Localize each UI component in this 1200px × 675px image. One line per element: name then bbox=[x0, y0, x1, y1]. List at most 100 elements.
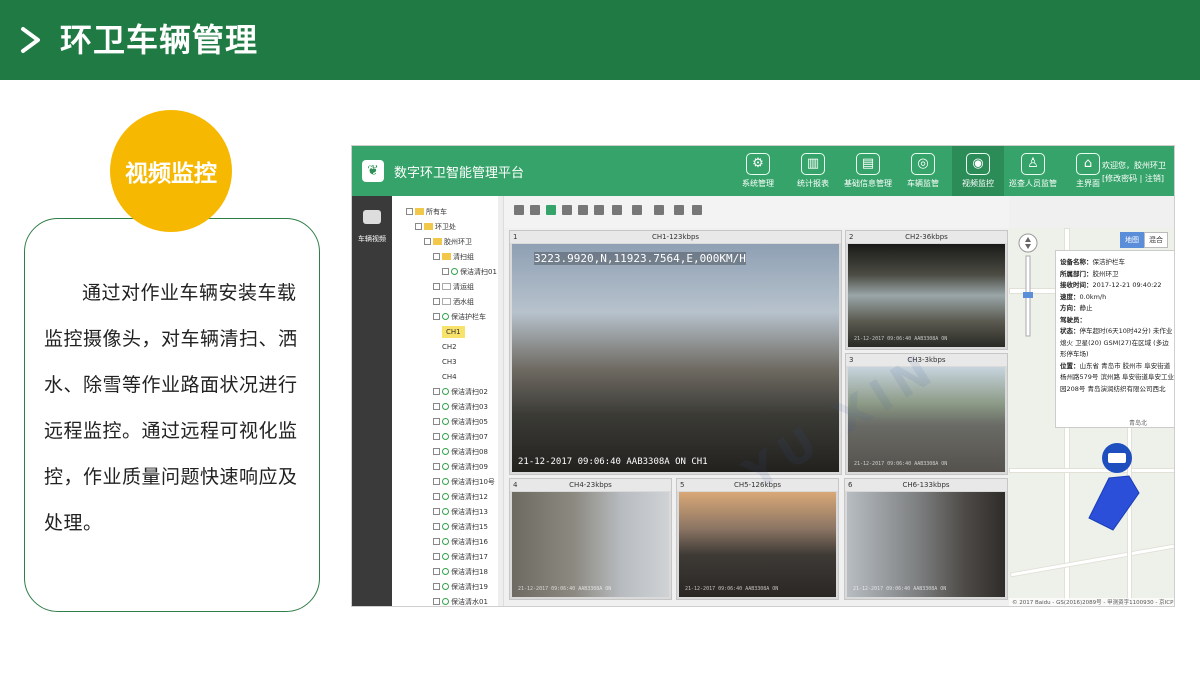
tree-checkbox[interactable] bbox=[433, 598, 440, 605]
tree-checkbox[interactable] bbox=[433, 583, 440, 590]
tree-checkbox[interactable] bbox=[433, 448, 440, 455]
tree-checkbox[interactable] bbox=[433, 478, 440, 485]
tree-node[interactable]: 保洁清扫13 bbox=[433, 506, 488, 518]
layout-button-icon[interactable] bbox=[612, 205, 622, 215]
layout-button-icon[interactable] bbox=[562, 205, 572, 215]
tree-node[interactable]: 保洁护栏车 bbox=[433, 311, 486, 323]
tree-node[interactable]: 保洁清扫09 bbox=[433, 461, 488, 473]
channel-title: CH6-133kbps bbox=[845, 479, 1007, 491]
tree-node[interactable]: 保洁清扫15 bbox=[433, 521, 488, 533]
video-feed[interactable]: 21-12-2017 09:06:40 AAB3308A ON bbox=[847, 492, 1005, 597]
tree-checkbox[interactable] bbox=[424, 238, 431, 245]
tree-node[interactable]: 胶州环卫 bbox=[424, 236, 472, 248]
tree-node[interactable]: CH3 bbox=[442, 356, 457, 368]
video-feed[interactable]: 21-12-2017 09:06:40 AAB3308A ON bbox=[848, 244, 1005, 347]
video-feed[interactable]: 21-12-2017 09:06:40 AAB3308A ON bbox=[679, 492, 836, 597]
tree-node-label: 保洁清扫12 bbox=[451, 493, 488, 501]
layout-button-icon[interactable] bbox=[692, 205, 702, 215]
user-links[interactable]: [修改密码 | 注销] bbox=[1102, 172, 1166, 185]
video-feed[interactable]: 21-12-2017 09:06:40 AAB3308A ON bbox=[512, 492, 669, 597]
video-channel[interactable]: CH2-36kbps 2 21-12-2017 09:06:40 AAB3308A … bbox=[845, 230, 1008, 350]
vehicle-video-icon[interactable] bbox=[363, 210, 381, 224]
tree-node-label: CH2 bbox=[442, 343, 457, 351]
layout-button-icon[interactable] bbox=[654, 205, 664, 215]
tree-node[interactable]: 保洁清扫07 bbox=[433, 431, 488, 443]
nav-item[interactable]: ◉ 视频监控 bbox=[952, 146, 1004, 196]
layout-button-icon[interactable] bbox=[578, 205, 588, 215]
tree-node[interactable]: 保洁清水01 bbox=[433, 596, 488, 606]
video-channel[interactable]: CH5-126kbps 5 21-12-2017 09:06:40 AAB3308A… bbox=[676, 478, 839, 600]
tree-checkbox[interactable] bbox=[433, 388, 440, 395]
tree-checkbox[interactable] bbox=[406, 208, 413, 215]
layout-button-icon[interactable] bbox=[674, 205, 684, 215]
tree-node[interactable]: 保洁清扫02 bbox=[433, 386, 488, 398]
layout-button-icon[interactable] bbox=[514, 205, 524, 215]
tree-checkbox[interactable] bbox=[433, 418, 440, 425]
tree-node[interactable]: 环卫处 bbox=[415, 221, 456, 233]
vehicle-status-icon bbox=[442, 418, 449, 425]
video-channel[interactable]: CH6-133kbps 6 21-12-2017 09:06:40 AAB3308A… bbox=[844, 478, 1008, 600]
layout-button-icon[interactable] bbox=[530, 205, 540, 215]
video-feed[interactable]: 3223.9920,N,11923.7564,E,000KM/H 21-12-20… bbox=[512, 244, 839, 472]
tree-checkbox[interactable] bbox=[433, 463, 440, 470]
zoom-control-icon[interactable] bbox=[1017, 232, 1039, 342]
tree-node[interactable]: 保洁清扫10号 bbox=[433, 476, 495, 488]
nav-item[interactable]: ▤ 基础信息管理 bbox=[842, 146, 894, 196]
tree-node[interactable]: 保洁清扫18 bbox=[433, 566, 488, 578]
map-panel[interactable]: 地图 混合 设备名称：保洁护栏车 所属部门：胶州环卫 接收时间：2017-12-21… bbox=[1009, 228, 1174, 606]
nav-item[interactable]: ⚙ 系统管理 bbox=[732, 146, 784, 196]
tree-checkbox[interactable] bbox=[433, 493, 440, 500]
tree-node[interactable]: 清运组 bbox=[433, 281, 474, 293]
layout-button-icon[interactable] bbox=[632, 205, 642, 215]
map-type-map[interactable]: 地图 bbox=[1120, 232, 1144, 248]
tree-node[interactable]: 保洁清扫16 bbox=[433, 536, 488, 548]
info-row: 速度：0.0km/h bbox=[1060, 292, 1174, 304]
tree-checkbox[interactable] bbox=[433, 433, 440, 440]
tree-node[interactable]: 保洁清扫01 bbox=[442, 266, 497, 278]
map-type-hybrid[interactable]: 混合 bbox=[1144, 232, 1168, 248]
nav-item[interactable]: ◎ 车辆监管 bbox=[897, 146, 949, 196]
channel-title: CH4-23kbps bbox=[510, 479, 671, 491]
tree-node[interactable]: 所有车 bbox=[406, 206, 447, 218]
tree-node[interactable]: 保洁清扫03 bbox=[433, 401, 488, 413]
tree-node[interactable]: CH1 bbox=[442, 326, 465, 338]
tree-checkbox[interactable] bbox=[433, 313, 440, 320]
tree-node[interactable]: 保洁清扫05 bbox=[433, 416, 488, 428]
nav-item[interactable]: ♙ 巡查人员监管 bbox=[1007, 146, 1059, 196]
tree-node[interactable]: CH2 bbox=[442, 341, 457, 353]
tree-checkbox[interactable] bbox=[415, 223, 422, 230]
channel-title: CH5-126kbps bbox=[677, 479, 838, 491]
video-channel[interactable]: CH3-3kbps 3 21-12-2017 09:06:40 AAB3308A O… bbox=[845, 353, 1008, 475]
tree-checkbox[interactable] bbox=[442, 268, 449, 275]
tree-node-label: 所有车 bbox=[426, 208, 447, 216]
timestamp-overlay: 21-12-2017 09:06:40 AAB3308A ON CH1 bbox=[518, 457, 708, 467]
tree-node[interactable]: CH4 bbox=[442, 371, 457, 383]
tree-node[interactable]: 清扫组 bbox=[433, 251, 474, 263]
tree-scrollbar[interactable] bbox=[498, 196, 503, 606]
tree-checkbox[interactable] bbox=[433, 568, 440, 575]
tree-node[interactable]: 保洁清扫19 bbox=[433, 581, 488, 593]
tree-checkbox[interactable] bbox=[433, 298, 440, 305]
info-value: 胶州环卫 bbox=[1092, 269, 1119, 278]
tree-node-label: CH4 bbox=[442, 373, 457, 381]
tree-checkbox[interactable] bbox=[433, 538, 440, 545]
tree-checkbox[interactable] bbox=[433, 508, 440, 515]
tree-node[interactable]: 保洁清扫08 bbox=[433, 446, 488, 458]
video-channel[interactable]: CH4-23kbps 4 21-12-2017 09:06:40 AAB3308A … bbox=[509, 478, 672, 600]
tree-node[interactable]: 保洁清扫17 bbox=[433, 551, 488, 563]
layout-button-icon[interactable] bbox=[594, 205, 604, 215]
tree-checkbox[interactable] bbox=[433, 403, 440, 410]
video-toolbar bbox=[504, 196, 1009, 228]
tree-checkbox[interactable] bbox=[433, 553, 440, 560]
side-label[interactable]: 车辆视频 bbox=[354, 234, 390, 244]
tree-node[interactable]: 保洁清扫12 bbox=[433, 491, 488, 503]
vehicle-location-marker[interactable] bbox=[1079, 438, 1149, 538]
tree-checkbox[interactable] bbox=[433, 283, 440, 290]
nav-item[interactable]: ▥ 统计报表 bbox=[787, 146, 839, 196]
tree-node[interactable]: 洒水组 bbox=[433, 296, 474, 308]
video-channel[interactable]: CH1-123kbps 1 3223.9920,N,11923.7564,E,000… bbox=[509, 230, 842, 475]
tree-checkbox[interactable] bbox=[433, 523, 440, 530]
layout-button-icon[interactable] bbox=[546, 205, 556, 215]
tree-checkbox[interactable] bbox=[433, 253, 440, 260]
video-feed[interactable]: 21-12-2017 09:06:40 AAB3308A ON bbox=[848, 367, 1005, 472]
